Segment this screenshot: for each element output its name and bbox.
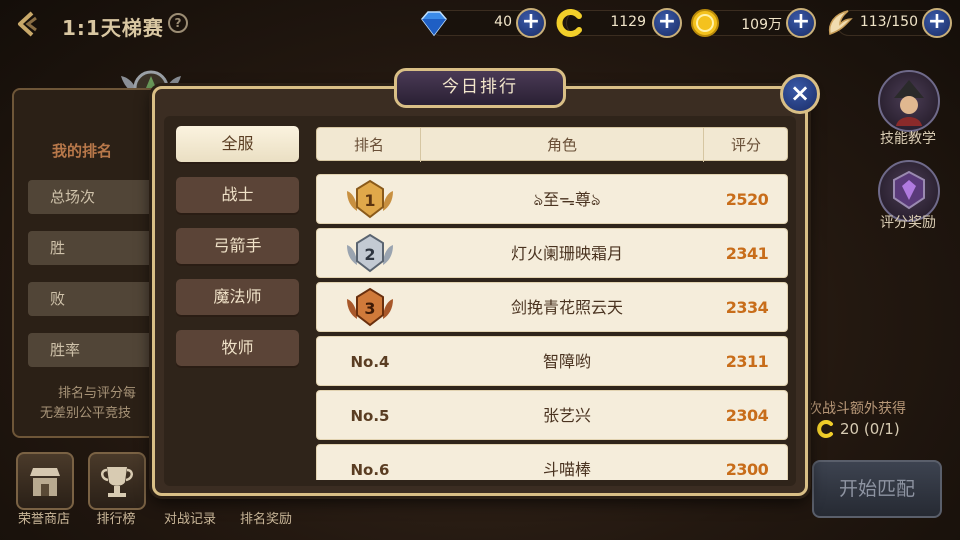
add-honor-button[interactable]: +	[652, 8, 682, 38]
player-name: 灯火阑珊映霜月	[510, 244, 623, 263]
player-name: 智障哟	[542, 352, 591, 371]
honor-shop-button[interactable]	[16, 452, 74, 510]
top-bar: 1:1天梯赛 ? 40 + 1129 + 109万 + 113/150 +	[0, 0, 960, 46]
close-button[interactable]: ×	[780, 74, 820, 114]
player-score: 2334	[725, 298, 769, 317]
player-name: 剑挽青花照云天	[510, 298, 623, 317]
rank-note-line1: 排名与评分每	[58, 386, 137, 401]
diamond-value: 40	[494, 14, 512, 30]
player-name: ঌ至ᯓ尊ঌ	[533, 190, 601, 209]
add-stamina-button[interactable]: +	[922, 8, 952, 38]
stat-losses: 败	[28, 282, 158, 316]
score-reward-label: 评分奖励	[880, 215, 936, 231]
extra-reward-value: 20 (0/1)	[840, 420, 900, 438]
silver-medal-icon: 2	[347, 233, 393, 273]
rank-number: No.6	[350, 461, 390, 479]
modal-title: 今日排行	[394, 68, 566, 108]
tab-priest[interactable]: 牧师	[176, 330, 299, 366]
gold-value: 109万	[741, 17, 782, 33]
honor-value: 1129	[610, 14, 646, 30]
table-row[interactable]: No.5 张艺兴 2304	[316, 390, 788, 440]
stamina-value: 113/150	[859, 14, 918, 30]
player-score: 2304	[725, 406, 769, 425]
trophy-icon	[101, 467, 133, 497]
player-name: 斗喵棒	[542, 460, 591, 479]
ranking-list[interactable]: 1 ঌ至ᯓ尊ঌ 2520 2 灯火阑珊映霜月 2341 3 剑挽青花照云天 23…	[312, 124, 790, 480]
shop-icon	[30, 468, 60, 496]
add-diamond-button[interactable]: +	[516, 8, 546, 38]
table-row[interactable]: 2 灯火阑珊映霜月 2341	[316, 228, 788, 278]
rank-reward-label[interactable]: 排名奖励	[226, 508, 306, 527]
gold-medal-icon: 1	[347, 179, 393, 219]
stat-total-matches: 总场次	[28, 180, 158, 214]
add-gold-button[interactable]: +	[786, 8, 816, 38]
honor-coin-icon	[817, 420, 833, 438]
help-icon[interactable]: ?	[168, 13, 188, 33]
player-score: 2520	[725, 190, 769, 209]
player-score: 2311	[725, 352, 769, 371]
extra-reward-text: 次战斗额外获得	[808, 401, 906, 417]
table-row[interactable]: No.6 斗喵棒 2300	[316, 444, 788, 480]
battle-record-label[interactable]: 对战记录	[150, 508, 230, 527]
skill-tutorial-label: 技能教学	[880, 131, 936, 147]
table-row[interactable]: 3 剑挽青花照云天 2334	[316, 282, 788, 332]
honor-shop-label: 荣誉商店	[17, 512, 70, 527]
tab-warrior[interactable]: 战士	[176, 177, 299, 213]
player-name: 张艺兴	[542, 406, 591, 425]
rank-number: No.5	[350, 407, 390, 425]
player-score: 2341	[725, 244, 769, 263]
svg-text:3: 3	[364, 299, 375, 318]
skill-tutorial-button[interactable]	[878, 70, 940, 132]
rank-number: No.4	[350, 353, 390, 371]
bronze-medal-icon: 3	[347, 287, 393, 327]
page-title: 1:1天梯赛	[62, 16, 164, 40]
player-score: 2300	[725, 460, 769, 479]
tab-archer[interactable]: 弓箭手	[176, 228, 299, 264]
stat-win-rate: 胜率	[28, 333, 158, 367]
rank-note-line2: 无差别公平竞技	[40, 406, 132, 421]
leaderboard-button[interactable]	[88, 452, 146, 510]
table-row[interactable]: 1 ঌ至ᯓ尊ঌ 2520	[316, 174, 788, 224]
my-rank-label: 我的排名	[52, 142, 113, 160]
tab-mage[interactable]: 魔法师	[176, 279, 299, 315]
svg-text:1: 1	[364, 191, 375, 210]
back-arrow-icon[interactable]	[14, 10, 44, 38]
wizard-icon	[894, 80, 924, 126]
start-match-button[interactable]: 开始匹配	[812, 460, 942, 518]
table-row[interactable]: No.4 智障哟 2311	[316, 336, 788, 386]
tab-all-server[interactable]: 全服	[176, 126, 299, 162]
leaderboard-label: 排行榜	[96, 512, 136, 527]
stat-wins: 胜	[28, 231, 158, 265]
svg-text:2: 2	[364, 245, 375, 264]
